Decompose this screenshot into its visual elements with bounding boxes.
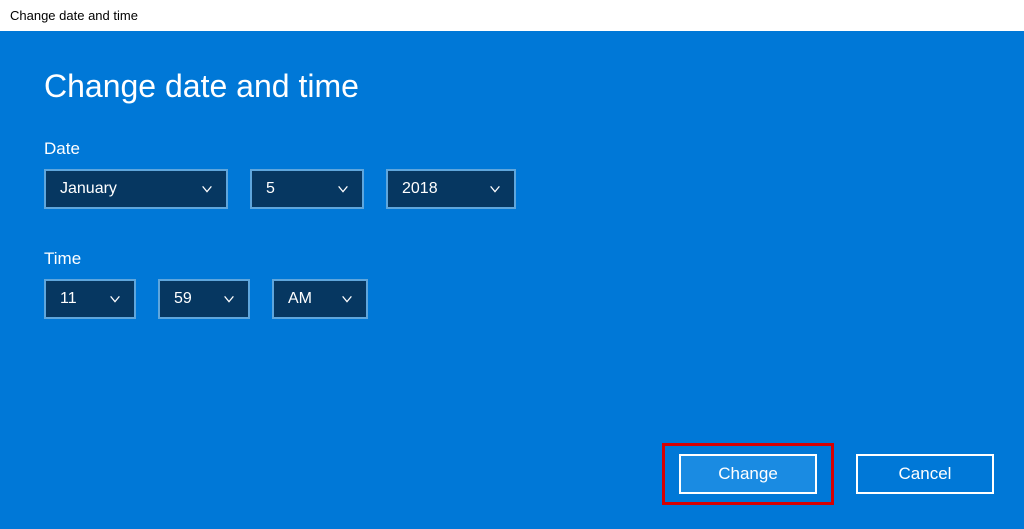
ampm-dropdown[interactable]: AM bbox=[272, 279, 368, 319]
year-value: 2018 bbox=[402, 180, 438, 198]
minute-value: 59 bbox=[174, 290, 192, 308]
chevron-down-icon bbox=[200, 182, 214, 196]
chevron-down-icon bbox=[488, 182, 502, 196]
ampm-value: AM bbox=[288, 290, 312, 308]
chevron-down-icon bbox=[336, 182, 350, 196]
month-dropdown[interactable]: January bbox=[44, 169, 228, 209]
button-row: Change Cancel bbox=[662, 443, 994, 505]
window-title: Change date and time bbox=[10, 8, 138, 23]
titlebar: Change date and time bbox=[0, 0, 1024, 32]
year-dropdown[interactable]: 2018 bbox=[386, 169, 516, 209]
hour-dropdown[interactable]: 11 bbox=[44, 279, 136, 319]
cancel-button[interactable]: Cancel bbox=[856, 454, 994, 494]
highlight-annotation: Change bbox=[662, 443, 834, 505]
date-label: Date bbox=[44, 139, 980, 159]
dialog-content: Change date and time Date January 5 2018… bbox=[0, 32, 1024, 529]
day-value: 5 bbox=[266, 180, 275, 198]
chevron-down-icon bbox=[340, 292, 354, 306]
time-row: 11 59 AM bbox=[44, 279, 980, 319]
date-row: January 5 2018 bbox=[44, 169, 980, 209]
page-heading: Change date and time bbox=[44, 68, 980, 105]
hour-value: 11 bbox=[60, 290, 77, 308]
minute-dropdown[interactable]: 59 bbox=[158, 279, 250, 319]
chevron-down-icon bbox=[222, 292, 236, 306]
month-value: January bbox=[60, 180, 117, 198]
day-dropdown[interactable]: 5 bbox=[250, 169, 364, 209]
change-button[interactable]: Change bbox=[679, 454, 817, 494]
time-label: Time bbox=[44, 249, 980, 269]
chevron-down-icon bbox=[108, 292, 122, 306]
